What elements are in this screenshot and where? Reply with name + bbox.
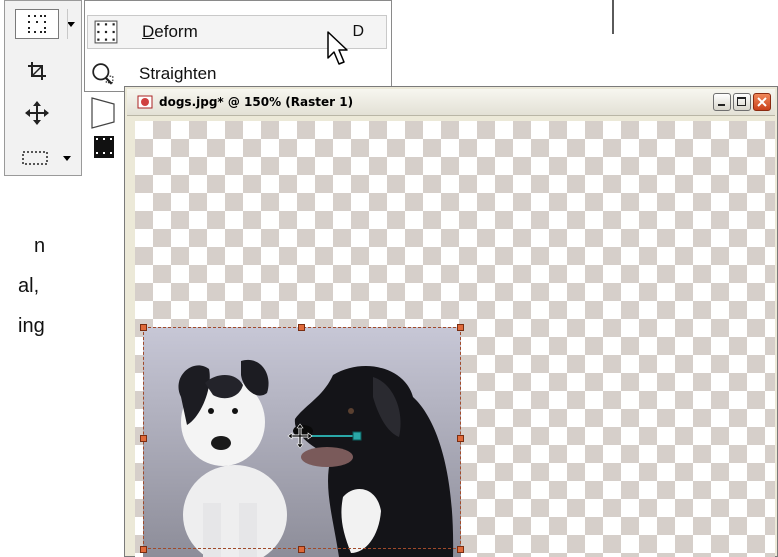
- handle-top-right[interactable]: [457, 324, 464, 331]
- deform-tool-button[interactable]: [15, 9, 59, 39]
- handle-middle-left[interactable]: [140, 435, 147, 442]
- selection-dropdown-arrow[interactable]: [63, 156, 71, 161]
- minimize-button[interactable]: [713, 93, 731, 111]
- palette-separator: [67, 9, 68, 39]
- selection-tool-icon: [22, 151, 48, 165]
- straighten-icon: [92, 63, 114, 85]
- window-titlebar[interactable]: dogs.jpg* @ 150% (Raster 1): [127, 89, 775, 116]
- deform-tool-icon: [28, 15, 46, 33]
- close-button[interactable]: [753, 93, 771, 111]
- maximize-button[interactable]: [733, 93, 751, 111]
- image-window: dogs.jpg* @ 150% (Raster 1): [124, 86, 778, 557]
- handle-bottom-right[interactable]: [457, 546, 464, 553]
- handle-top-middle[interactable]: [298, 324, 305, 331]
- partial-body-text: n al, ing: [18, 235, 46, 337]
- divider-line: [612, 0, 614, 34]
- tool-palette: [4, 0, 82, 176]
- perspective-icon: [91, 97, 115, 158]
- selection-tool-button[interactable]: [15, 147, 55, 169]
- close-icon: [757, 97, 767, 107]
- handle-top-left[interactable]: [140, 324, 147, 331]
- crop-tool-icon: [28, 62, 46, 80]
- maximize-icon: [737, 97, 746, 106]
- rotation-pivot-handle[interactable]: [285, 423, 363, 451]
- image-canvas[interactable]: [135, 121, 775, 557]
- menu-item-deform-shortcut: D: [352, 23, 364, 40]
- menu-item-straighten-label: Straighten: [139, 64, 217, 83]
- deform-dropdown-arrow[interactable]: [67, 22, 75, 27]
- menu-item-deform-label: Deform: [142, 22, 198, 41]
- document-icon: [137, 95, 153, 109]
- deform-icon: [94, 20, 118, 44]
- flyout-more-icons: [88, 96, 118, 171]
- window-title: dogs.jpg* @ 150% (Raster 1): [159, 95, 354, 109]
- handle-middle-right[interactable]: [457, 435, 464, 442]
- mouse-pointer-icon: [327, 31, 348, 65]
- move-cursor-icon: [287, 423, 313, 449]
- minimize-icon: [718, 104, 725, 106]
- crop-tool-button[interactable]: [25, 59, 49, 83]
- move-tool-button[interactable]: [23, 99, 51, 127]
- handle-bottom-middle[interactable]: [298, 546, 305, 553]
- handle-bottom-left[interactable]: [140, 546, 147, 553]
- move-tool-icon: [25, 101, 49, 125]
